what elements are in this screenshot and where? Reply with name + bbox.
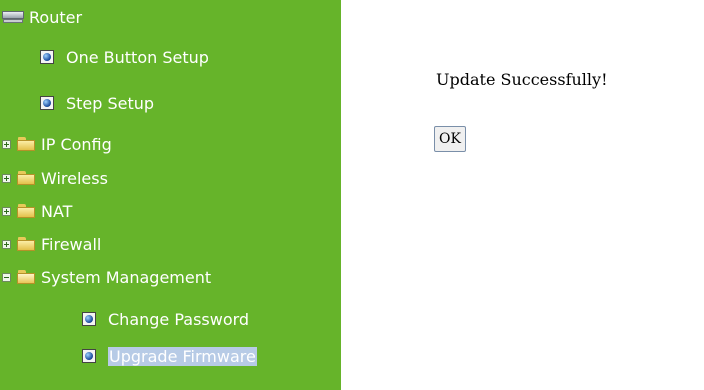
folder-icon [17,171,35,185]
tree-item-ip-config[interactable]: IP Config [2,131,112,157]
page-icon [40,96,54,110]
folder-icon [17,204,35,218]
tree-item-label: Firewall [41,234,102,254]
tree-item-label: NAT [41,201,73,221]
update-status-message: Update Successfully! [436,70,608,89]
tree-item-label: Change Password [108,309,250,329]
tree-item-label: Wireless [41,168,108,188]
expand-plus-icon[interactable] [2,206,11,216]
expand-plus-icon[interactable] [2,239,11,249]
tree-item-firewall[interactable]: Firewall [2,231,101,257]
page-icon [82,312,96,326]
folder-icon [17,137,35,151]
tree-item-wireless[interactable]: Wireless [2,165,108,191]
collapse-minus-icon[interactable] [2,272,11,282]
ok-button[interactable]: OK [434,126,466,152]
tree-item-one-button-setup[interactable]: One Button Setup [40,44,209,70]
tree-item-change-password[interactable]: Change Password [82,306,249,332]
tree-item-nat[interactable]: NAT [2,198,72,224]
sidebar-nav-tree: Router One Button Setup Step Setup IP Co… [0,0,341,390]
tree-item-label-selected: Upgrade Firmware [108,346,257,366]
tree-item-system-management[interactable]: System Management [2,264,211,290]
tree-item-upgrade-firmware[interactable]: Upgrade Firmware [82,343,257,369]
folder-icon [17,237,35,251]
open-folder-icon [17,270,35,284]
router-icon [2,11,24,23]
tree-item-label: IP Config [41,134,112,154]
tree-item-label: Step Setup [66,93,155,113]
page-icon [82,349,96,363]
tree-item-step-setup[interactable]: Step Setup [40,90,154,116]
page-icon [40,50,54,64]
tree-root-router[interactable]: Router [2,4,82,30]
tree-root-label: Router [29,7,83,27]
expand-plus-icon[interactable] [2,139,11,149]
tree-item-label: System Management [41,267,212,287]
expand-plus-icon[interactable] [2,173,11,183]
tree-item-label: One Button Setup [66,47,209,67]
